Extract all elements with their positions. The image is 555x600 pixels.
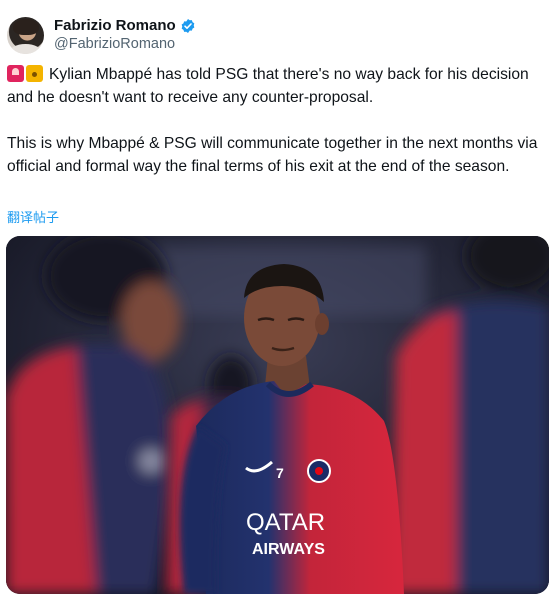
author-block: Fabrizio Romano @FabrizioRomano [54, 16, 196, 54]
tweet-paragraph-2: This is why Mbappé & PSG will communicat… [7, 135, 538, 175]
tweet-header: Fabrizio Romano @FabrizioRomano [7, 13, 196, 57]
author-display-name[interactable]: Fabrizio Romano [54, 16, 176, 35]
verified-badge-icon [181, 18, 195, 33]
tweet-card: Fabrizio Romano @FabrizioRomano Kylian M… [0, 0, 555, 600]
sponsor-line-2: AIRWAYS [252, 541, 325, 558]
photo-canvas: 7 QATAR AIRWAYS [6, 236, 549, 594]
tweet-media-photo[interactable]: 7 QATAR AIRWAYS [6, 236, 549, 594]
translate-post-link[interactable]: 翻译帖子 [7, 207, 59, 226]
name-row: Fabrizio Romano [54, 16, 196, 35]
sponsor-line-1: QATAR [246, 509, 325, 536]
tweet-text: Kylian Mbappé has told PSG that there's … [7, 63, 547, 178]
avatar[interactable] [7, 16, 44, 54]
siren-icon [7, 65, 24, 82]
author-handle[interactable]: @FabrizioRomano [54, 35, 196, 54]
tweet-paragraph-1: Kylian Mbappé has told PSG that there's … [7, 63, 547, 109]
kit-number: 7 [276, 465, 284, 481]
lock-icon [26, 65, 43, 82]
tweet-paragraph-1-text: Kylian Mbappé has told PSG that there's … [7, 66, 529, 106]
psg-crest-icon [307, 459, 331, 483]
